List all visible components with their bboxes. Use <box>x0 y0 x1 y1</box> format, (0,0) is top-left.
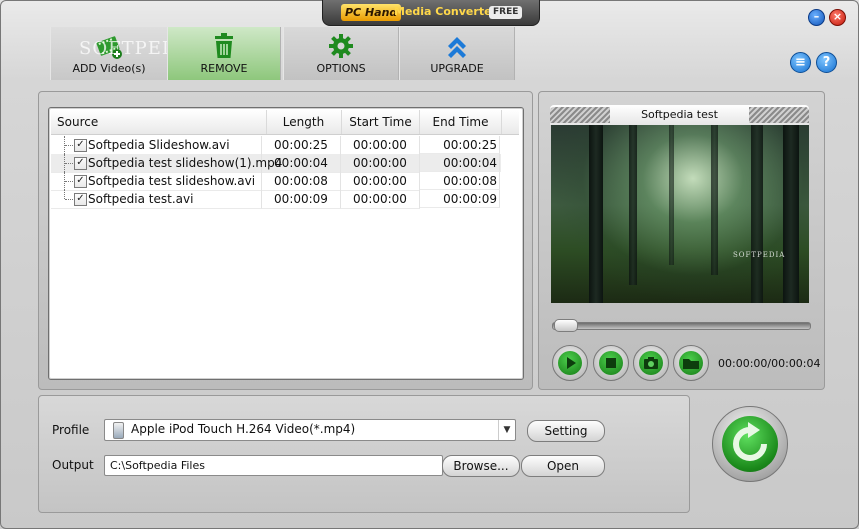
menu-list-icon[interactable]: ≡ <box>790 52 811 73</box>
camera-icon <box>644 357 658 369</box>
remove-label: REMOVE <box>200 62 248 75</box>
profile-dropdown[interactable]: Apple iPod Touch H.264 Video(*.mp4) ▼ <box>104 419 516 441</box>
browse-button[interactable]: Browse... <box>442 455 520 477</box>
column-end-time[interactable]: End Time <box>420 110 502 134</box>
output-path-field[interactable]: C:\Softpedia Files <box>104 455 443 476</box>
snapshot-button[interactable] <box>633 345 669 381</box>
profile-label: Profile <box>52 423 90 437</box>
preview-header: Softpedia test <box>550 105 809 125</box>
app-title: Media Converter <box>394 5 497 18</box>
file-start-time[interactable]: 00:00:00 <box>341 190 420 209</box>
convert-button[interactable] <box>712 406 788 482</box>
file-name: Softpedia test slideshow.avi <box>88 174 256 188</box>
close-button[interactable]: × <box>829 9 846 26</box>
column-length[interactable]: Length <box>266 110 342 134</box>
options-label: OPTIONS <box>316 62 366 75</box>
video-preview[interactable]: SOFTPEDIA <box>551 125 809 303</box>
file-checkbox[interactable]: ✓ <box>74 157 87 170</box>
file-row[interactable]: ✓ Softpedia Slideshow.avi 00:00:25 00:00:… <box>51 136 501 155</box>
play-icon <box>567 357 576 369</box>
trash-icon <box>212 33 236 62</box>
stop-button[interactable] <box>593 345 629 381</box>
file-checkbox[interactable]: ✓ <box>74 175 87 188</box>
gear-icon <box>328 33 354 62</box>
setting-button[interactable]: Setting <box>527 420 605 442</box>
file-end-time[interactable]: 00:00:09 <box>420 190 500 208</box>
upgrade-button[interactable]: UPGRADE <box>399 27 515 80</box>
file-list[interactable]: Source Length Start Time End Time ✓ Softp… <box>48 107 524 380</box>
help-icon[interactable]: ? <box>816 52 837 73</box>
file-length: 00:00:25 <box>262 136 341 155</box>
file-start-time[interactable]: 00:00:00 <box>341 172 420 191</box>
column-source[interactable]: Source <box>51 110 267 134</box>
add-videos-label: ADD Video(s) <box>72 62 146 75</box>
stop-icon <box>606 358 616 368</box>
file-list-header: Source Length Start Time End Time <box>51 110 519 135</box>
file-length: 00:00:09 <box>262 190 341 209</box>
add-videos-button[interactable]: SOFTPEDIA ADD Video(s) <box>50 27 198 80</box>
remove-button[interactable]: REMOVE <box>167 27 281 80</box>
file-row[interactable]: ✓ Softpedia test.avi 00:00:09 00:00:00 00… <box>51 190 501 209</box>
preview-title: Softpedia test <box>641 108 718 121</box>
file-length: 00:00:08 <box>262 172 341 191</box>
upgrade-label: UPGRADE <box>430 62 484 75</box>
file-row[interactable]: ✓ Softpedia test slideshow.avi 00:00:08 0… <box>51 172 501 191</box>
settings-panel <box>38 395 690 513</box>
ipod-icon <box>113 422 124 439</box>
open-button[interactable]: Open <box>521 455 605 477</box>
file-end-time[interactable]: 00:00:08 <box>420 172 500 190</box>
minimize-button[interactable]: – <box>808 9 825 26</box>
profile-value: Apple iPod Touch H.264 Video(*.mp4) <box>131 422 356 436</box>
refresh-icon <box>733 422 767 461</box>
file-name: Softpedia test.avi <box>88 192 194 206</box>
seek-thumb[interactable] <box>554 319 578 332</box>
file-end-time[interactable]: 00:00:04 <box>420 154 500 172</box>
play-button[interactable] <box>552 345 588 381</box>
title-bar: PC Hand Media Converter FREE <box>322 0 540 26</box>
time-display: 00:00:00/00:00:04 <box>718 357 821 370</box>
free-badge: FREE <box>489 6 523 19</box>
output-label: Output <box>52 458 94 472</box>
file-start-time[interactable]: 00:00:00 <box>341 154 420 173</box>
file-start-time[interactable]: 00:00:00 <box>341 136 420 155</box>
seek-bar[interactable] <box>552 322 811 330</box>
app-logo: PC Hand <box>341 4 402 21</box>
file-end-time[interactable]: 00:00:25 <box>420 136 500 154</box>
column-start-time[interactable]: Start Time <box>342 110 420 134</box>
file-checkbox[interactable]: ✓ <box>74 139 87 152</box>
file-checkbox[interactable]: ✓ <box>74 193 87 206</box>
options-button[interactable]: OPTIONS <box>283 27 399 80</box>
chevron-down-icon[interactable]: ▼ <box>498 420 515 440</box>
file-name: Softpedia test slideshow(1).mp4 <box>88 156 283 170</box>
file-length: 00:00:04 <box>262 154 341 173</box>
open-folder-button[interactable] <box>673 345 709 381</box>
folder-icon <box>683 359 699 369</box>
double-chevron-up-icon <box>445 33 469 62</box>
file-row[interactable]: ✓ Softpedia test slideshow(1).mp4 00:00:0… <box>51 154 501 173</box>
video-watermark: SOFTPEDIA <box>733 251 786 259</box>
file-name: Softpedia Slideshow.avi <box>88 138 230 152</box>
